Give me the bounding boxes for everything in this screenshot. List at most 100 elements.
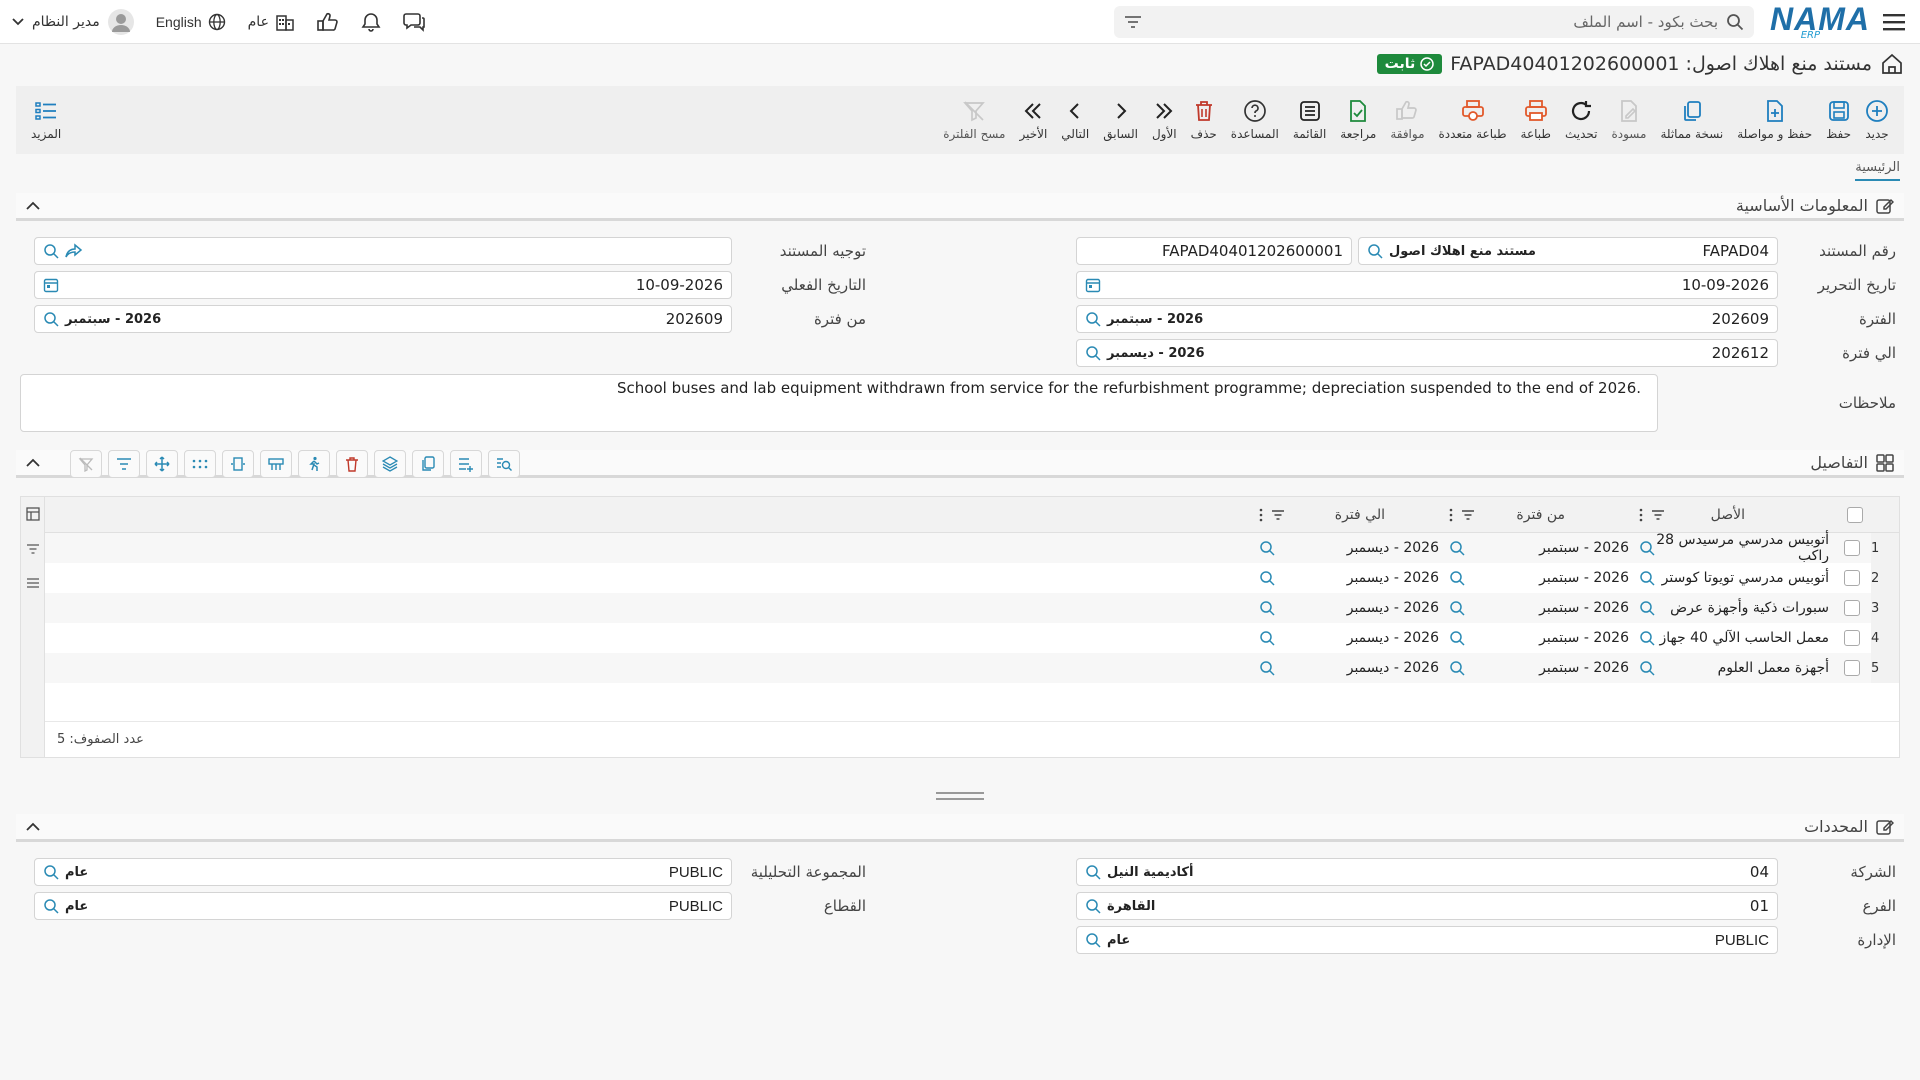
branch-field[interactable]: 01 القاهرة [1076,892,1778,920]
nama-logo[interactable]: NAMA ERP [1770,3,1870,41]
search-refresh-icon[interactable] [1449,630,1465,646]
thumbs-up-icon[interactable] [317,12,339,32]
column-header-from-period[interactable]: من فترة [1445,497,1635,533]
list-button[interactable]: القائمة [1286,90,1333,150]
search-refresh-icon[interactable] [43,243,59,259]
column-header-asset[interactable]: الأصل [1635,497,1835,533]
search-refresh-icon[interactable] [1259,660,1275,676]
to-period-cell[interactable]: 2026 - ديسمبر [1255,563,1445,593]
column-menu-icon[interactable] [1259,508,1263,522]
delete-button[interactable]: حذف [1184,90,1224,150]
search-refresh-icon[interactable] [1259,630,1275,646]
home-icon[interactable] [1880,52,1904,76]
running-person-icon[interactable] [298,450,330,478]
row-checkbox[interactable] [1835,533,1869,563]
table-row[interactable]: 2 أتوبيس مدرسي تويوتا كوستر 2026 - سبتمبر 2… [45,563,1899,593]
search-refresh-icon[interactable] [1085,311,1101,327]
row-checkbox[interactable] [1835,563,1869,593]
to-period-cell[interactable]: 2026 - ديسمبر [1255,593,1445,623]
bell-icon[interactable] [361,12,381,32]
delete-row-icon[interactable] [336,450,368,478]
approve-button[interactable]: موافقة [1383,90,1431,150]
insert-rows-icon[interactable] [450,450,482,478]
clear-filter-icon[interactable] [70,450,102,478]
chevron-up-icon[interactable] [26,822,40,831]
search-icon[interactable] [1726,13,1744,31]
row-checkbox[interactable] [1835,653,1869,683]
layers-icon[interactable] [374,450,406,478]
table-icon[interactable] [25,507,40,521]
column-filter-icon[interactable] [1271,509,1285,521]
move-icon[interactable] [146,450,178,478]
doc-direction-field[interactable] [34,237,732,265]
dots-grid-icon[interactable] [184,450,216,478]
search-refresh-icon[interactable] [43,311,59,327]
department-field[interactable]: PUBLIC عام [1076,926,1778,954]
search-refresh-icon[interactable] [1367,243,1383,259]
resize-handle[interactable] [936,792,984,800]
column-header-to-period[interactable]: الي فترة [1255,497,1445,533]
scope-selector[interactable]: عام [248,12,295,32]
to-period-field[interactable]: 202612 2026 - ديسمبر [1076,339,1778,367]
asset-cell[interactable]: أتوبيس مدرسي تويوتا كوستر [1635,563,1835,593]
period-field[interactable]: 202609 2026 - سبتمبر [1076,305,1778,333]
from-period-cell[interactable]: 2026 - سبتمبر [1445,653,1635,683]
column-filter-icon[interactable] [1461,509,1475,521]
column-menu-icon[interactable] [1639,508,1643,522]
sector-field[interactable]: PUBLIC عام [34,892,732,920]
row-checkbox[interactable] [1835,593,1869,623]
search-refresh-icon[interactable] [1449,570,1465,586]
menu-lines-icon[interactable] [26,577,40,589]
search-refresh-icon[interactable] [1259,600,1275,616]
search-refresh-icon[interactable] [1639,600,1655,616]
review-button[interactable]: مراجعة [1333,90,1383,150]
search-refresh-icon[interactable] [1449,600,1465,616]
from-period-cell[interactable]: 2026 - سبتمبر [1445,593,1635,623]
multi-print-button[interactable]: طباعة متعددة [1432,90,1514,150]
issue-date-field[interactable]: 10-09-2026 [1076,271,1778,299]
asset-cell[interactable]: أتوبيس مدرسي مرسيدس 28 راكب [1635,532,1835,564]
search-refresh-icon[interactable] [1085,345,1101,361]
table-row[interactable]: 4 معمل الحاسب الآلي 40 جهاز 2026 - سبتمبر 2… [45,623,1899,653]
actual-date-field[interactable]: 10-09-2026 [34,271,732,299]
select-all-checkbox[interactable] [1835,497,1875,533]
new-button[interactable]: جديد [1858,90,1896,150]
refresh-button[interactable]: تحديث [1558,90,1605,150]
to-period-cell[interactable]: 2026 - ديسمبر [1255,623,1445,653]
table-row[interactable]: 3 سبورات ذكية وأجهزة عرض 2026 - سبتمبر 2026… [45,593,1899,623]
search-refresh-icon[interactable] [1259,540,1275,556]
column-menu-icon[interactable] [1449,508,1453,522]
first-button[interactable]: الأول [1145,90,1184,150]
asset-cell[interactable]: أجهزة معمل العلوم [1635,653,1835,683]
chevron-up-icon[interactable] [26,201,40,210]
next-button[interactable]: التالي [1054,90,1096,150]
doc-number-field[interactable]: FAPAD04 مستند منع اهلاك اصول [1358,237,1778,265]
help-button[interactable]: المساعدة [1224,90,1286,150]
filter-icon[interactable] [26,543,40,555]
language-selector[interactable]: English [156,13,226,31]
more-button[interactable]: المزيد [24,90,68,150]
last-button[interactable]: الأخير [1012,90,1054,150]
asset-cell[interactable]: معمل الحاسب الآلي 40 جهاز [1635,623,1835,653]
user-menu[interactable]: مدير النظام [12,8,134,35]
copy-button[interactable]: نسخة مماثلة [1653,90,1730,150]
asset-cell[interactable]: سبورات ذكية وأجهزة عرض [1635,593,1835,623]
search-refresh-icon[interactable] [1639,630,1655,646]
share-icon[interactable] [65,243,83,259]
table-row[interactable]: 1 أتوبيس مدرسي مرسيدس 28 راكب 2026 - سبتمب… [45,532,1899,564]
analytic-group-field[interactable]: PUBLIC عام [34,858,732,886]
filter-icon[interactable] [1124,15,1142,29]
search-refresh-icon[interactable] [1259,570,1275,586]
search-rows-icon[interactable] [488,450,520,478]
breadcrumb[interactable]: الرئيسية [1855,160,1900,181]
search-refresh-icon[interactable] [1449,540,1465,556]
from-period-cell[interactable]: 2026 - سبتمبر [1445,623,1635,653]
search-refresh-icon[interactable] [1449,660,1465,676]
notes-textarea[interactable]: School buses and lab equipment withdrawn… [20,374,1658,432]
from-period-cell[interactable]: 2026 - سبتمبر [1445,533,1635,563]
draft-button[interactable]: مسودة [1604,90,1653,150]
search-refresh-icon[interactable] [1085,932,1101,948]
search-refresh-icon[interactable] [1639,570,1655,586]
hamburger-menu-icon[interactable] [1880,8,1908,36]
clear-filter-button[interactable]: مسح الفلترة [936,90,1012,150]
